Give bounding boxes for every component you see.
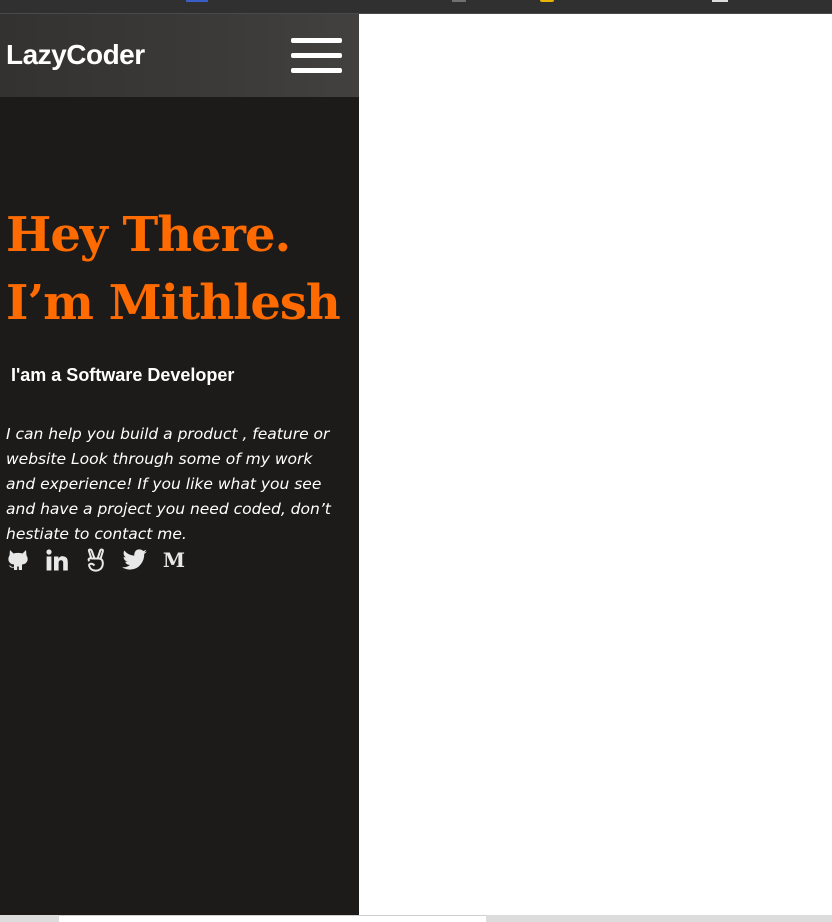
hamburger-menu-icon[interactable]	[291, 38, 343, 74]
hero-title-line-1: Hey There.	[6, 207, 291, 263]
hamburger-bar	[291, 38, 342, 43]
medium-link[interactable]: M	[161, 547, 187, 573]
main-content-area	[359, 14, 832, 916]
twitter-link[interactable]	[122, 547, 148, 573]
browser-top-strip	[0, 0, 832, 14]
tab-fragment	[452, 0, 466, 2]
linkedin-icon	[46, 549, 68, 571]
scrollbar-thumb[interactable]	[59, 915, 486, 922]
social-links: M	[5, 547, 200, 573]
github-icon	[8, 550, 28, 570]
tab-fragment	[540, 0, 554, 2]
hamburger-bar	[291, 68, 342, 73]
brand-logo[interactable]: LazyCoder	[6, 39, 145, 71]
medium-icon: M	[162, 548, 186, 572]
navbar: LazyCoder	[0, 14, 359, 97]
tab-fragment	[186, 0, 208, 2]
hero-intro: I can help you build a product , feature…	[6, 425, 331, 543]
angellist-icon	[87, 548, 104, 572]
github-link[interactable]	[5, 547, 31, 573]
horizontal-scrollbar[interactable]	[0, 915, 832, 922]
angellist-link[interactable]	[83, 547, 109, 573]
hero-subtitle: I'am a Software Developer	[11, 365, 235, 385]
hero-title-line-2: I’m Mithlesh	[6, 275, 341, 331]
twitter-icon	[122, 549, 147, 570]
hero-title: Hey There. I’m Mithlesh	[6, 201, 341, 337]
linkedin-link[interactable]	[44, 547, 70, 573]
hamburger-bar	[291, 53, 342, 58]
tab-fragment	[712, 0, 728, 2]
sidebar: LazyCoder Hey There. I’m Mithlesh I'am a…	[0, 14, 359, 916]
